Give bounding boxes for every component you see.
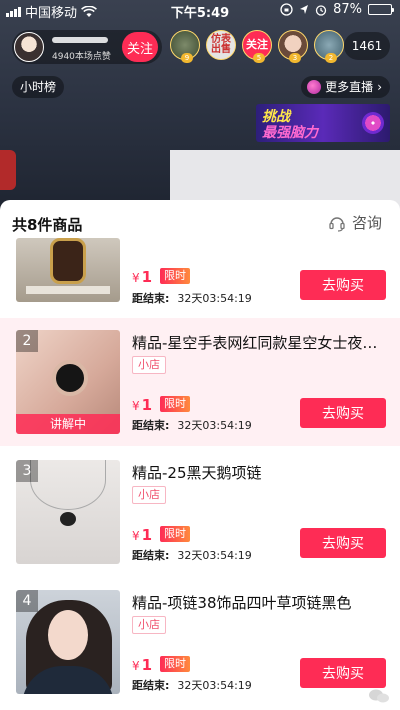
product-number: 3 — [16, 460, 38, 482]
product-countdown: 距结束: 32天03:54:19 — [132, 549, 252, 562]
product-title[interactable]: 精品-星空手表网红同款星空女士夜… — [132, 332, 388, 353]
viewer-avatar-text: 仿表 出售 — [211, 34, 231, 55]
hourly-rank-button[interactable]: 小时榜 — [12, 76, 65, 98]
product-title[interactable]: 精品-25黑天鹅项链 — [132, 462, 388, 483]
product-thumbnail[interactable]: 2 讲解中 — [16, 330, 120, 434]
alarm-icon — [315, 4, 327, 16]
host-likes: 4940本场点赞 — [52, 52, 111, 62]
product-item[interactable]: 4 精品-项链38饰品四叶草项链黑色 小店 ¥1 限时 距结束: 32天03:54… — [0, 578, 400, 706]
banner-line2: 最强脑力 — [262, 125, 318, 141]
product-title[interactable]: 精品-项链38饰品四叶草项链黑色 — [132, 592, 388, 613]
limited-time-tag: 限时 — [160, 656, 190, 672]
shop-tag: 小店 — [132, 486, 166, 504]
top-viewers: 9 仿表 出售 关注 5 3 2 — [170, 30, 344, 63]
viewer-rank-badge: 5 — [253, 53, 265, 63]
background-object — [0, 150, 16, 190]
banner-decoration-icon — [362, 112, 384, 134]
location-icon — [300, 4, 309, 14]
product-item[interactable]: 3 精品-25黑天鹅项链 小店 ¥1 限时 距结束: 32天03:54:19 去购… — [0, 448, 400, 576]
viewer-avatar[interactable]: 2 — [314, 30, 344, 63]
buy-button[interactable]: 去购买 — [300, 528, 386, 558]
event-banner[interactable]: 挑战 最强脑力 — [256, 104, 390, 142]
product-thumbnail[interactable] — [16, 238, 120, 302]
viewer-rank-badge: 3 — [289, 53, 301, 63]
viewer-avatar[interactable]: 3 — [278, 30, 308, 63]
watch-stand-image — [26, 286, 110, 294]
buy-button[interactable]: 去购买 — [300, 270, 386, 300]
product-countdown: 距结束: 32天03:54:19 — [132, 419, 252, 432]
follow-button[interactable]: 关注 — [122, 32, 158, 62]
product-countdown: 距结束: 32天03:54:19 — [132, 292, 252, 305]
product-thumbnail[interactable]: 4 — [16, 590, 120, 694]
limited-time-tag: 限时 — [160, 526, 190, 542]
product-item[interactable]: ¥1 限时 距结束: 32天03:54:19 去购买 — [0, 200, 400, 322]
watermark-icon — [369, 689, 389, 703]
limited-time-tag: 限时 — [160, 268, 190, 284]
necklace-image — [30, 460, 106, 510]
viewer-rank-badge: 9 — [181, 53, 193, 63]
viewer-rank-badge: 2 — [325, 53, 337, 63]
watch-image — [52, 360, 88, 396]
viewer-count[interactable]: 1461 — [344, 32, 390, 60]
buy-button[interactable]: 去购买 — [300, 658, 386, 688]
product-item[interactable]: 2 讲解中 精品-星空手表网红同款星空女士夜… 小店 ¥1 限时 距结束: 32天… — [0, 318, 400, 446]
host-name-graphic — [52, 37, 108, 43]
limited-time-tag: 限时 — [160, 396, 190, 412]
product-number: 4 — [16, 590, 38, 612]
product-number: 2 — [16, 330, 38, 352]
explaining-tag: 讲解中 — [16, 414, 120, 434]
host-avatar[interactable] — [14, 32, 44, 62]
more-live-button[interactable]: 更多直播 › — [301, 76, 390, 98]
product-price: ¥1 — [132, 396, 153, 414]
viewer-avatar[interactable]: 仿表 出售 — [206, 30, 236, 60]
status-bar: 中国移动 下午5:49 87% — [0, 0, 400, 22]
chevron-right-icon: › — [377, 80, 382, 94]
product-price: ¥1 — [132, 656, 153, 674]
product-price: ¥1 — [132, 268, 153, 286]
product-countdown: 距结束: 32天03:54:19 — [132, 679, 252, 692]
viewer-avatar[interactable]: 关注 5 — [242, 30, 272, 63]
battery-icon — [368, 4, 394, 15]
shop-tag: 小店 — [132, 356, 166, 374]
model-face-image — [48, 610, 88, 660]
watch-image — [50, 238, 86, 284]
buy-button[interactable]: 去购买 — [300, 398, 386, 428]
product-sheet: 共8件商品 咨询 ¥1 限时 距结束: 32天03:54:19 去购买 2 讲解中 — [0, 200, 400, 710]
shop-tag: 小店 — [132, 616, 166, 634]
product-thumbnail[interactable]: 3 — [16, 460, 120, 564]
product-price: ¥1 — [132, 526, 153, 544]
viewer-avatar[interactable]: 9 — [170, 30, 200, 63]
rotation-lock-icon — [280, 3, 293, 16]
more-live-label: 更多直播 — [325, 80, 374, 94]
battery-percent: 87% — [333, 2, 362, 17]
pendant-image — [60, 512, 76, 526]
planet-icon — [307, 80, 322, 94]
status-right: 87% — [280, 2, 394, 17]
